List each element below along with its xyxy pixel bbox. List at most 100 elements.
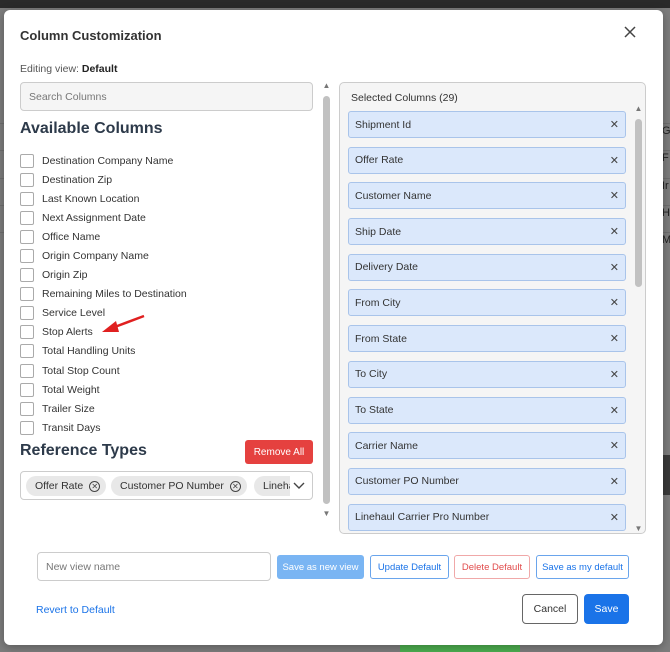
available-scrollbar[interactable]: ▲ ▼ xyxy=(322,82,331,518)
available-column-item-stop-alerts[interactable]: Stop Alerts xyxy=(20,323,310,342)
remove-icon[interactable]: ✕ xyxy=(610,475,619,488)
available-column-item[interactable]: Trailer Size xyxy=(20,399,310,418)
save-as-new-view-button[interactable]: Save as new view xyxy=(277,555,364,579)
selected-column-item[interactable]: Customer PO Number ✕ xyxy=(348,467,626,495)
checkbox[interactable] xyxy=(20,363,34,378)
bg-cell-text: F xyxy=(662,152,669,164)
remove-icon[interactable]: ✕ xyxy=(610,332,619,345)
update-default-button[interactable]: Update Default xyxy=(370,555,449,579)
column-label: Offer Rate xyxy=(355,154,404,167)
available-column-item[interactable]: Service Level xyxy=(20,304,310,323)
remove-icon[interactable]: ✕ xyxy=(610,439,619,452)
column-label: Destination Company Name xyxy=(42,154,174,167)
remove-icon[interactable]: ✕ xyxy=(610,225,619,238)
scroll-up-icon[interactable]: ▲ xyxy=(634,105,643,113)
selected-column-item[interactable]: From City ✕ xyxy=(348,289,626,317)
selected-column-item[interactable]: Linehaul Carrier Pro Number ✕ xyxy=(348,503,626,531)
available-column-item[interactable]: Destination Company Name xyxy=(20,151,310,170)
checkbox[interactable] xyxy=(20,153,34,168)
available-column-item[interactable]: Remaining Miles to Destination xyxy=(20,285,310,304)
remove-all-button[interactable]: Remove All xyxy=(245,440,313,464)
reference-chip: Linehaul Carrier Pro Number xyxy=(254,476,290,496)
remove-icon[interactable]: ✕ xyxy=(610,154,619,167)
remove-icon[interactable]: ✕ xyxy=(610,368,619,381)
modal-title: Column Customization xyxy=(20,28,162,43)
remove-icon[interactable]: ✕ xyxy=(610,118,619,131)
available-column-item[interactable]: Origin Zip xyxy=(20,266,310,285)
selected-column-item[interactable]: From State ✕ xyxy=(348,325,626,353)
save-as-my-default-button[interactable]: Save as my default xyxy=(536,555,629,579)
scroll-thumb[interactable] xyxy=(323,96,330,504)
column-label: Transit Days xyxy=(42,421,101,434)
selected-column-item[interactable]: Offer Rate ✕ xyxy=(348,146,626,174)
checkbox[interactable] xyxy=(20,325,34,340)
available-column-item[interactable]: Total Handling Units xyxy=(20,342,310,361)
selected-column-item[interactable]: To City ✕ xyxy=(348,360,626,388)
chevron-down-icon[interactable] xyxy=(292,478,308,494)
checkbox[interactable] xyxy=(20,420,34,435)
reference-chip-overflow: Linehaul Carrier Pro Number xyxy=(254,472,290,499)
column-customization-modal: Column Customization Editing view: Defau… xyxy=(4,10,663,645)
annotation-arrow-icon xyxy=(100,313,146,338)
available-column-item[interactable]: Origin Company Name xyxy=(20,246,310,265)
remove-icon[interactable]: ✕ xyxy=(610,261,619,274)
selected-column-item[interactable]: Customer Name ✕ xyxy=(348,182,626,210)
search-columns-input[interactable] xyxy=(20,82,313,111)
column-label: Ship Date xyxy=(355,225,402,238)
revert-to-default-link[interactable]: Revert to Default xyxy=(36,604,115,616)
chip-label: Offer Rate xyxy=(35,480,84,492)
available-column-item[interactable]: Next Assignment Date xyxy=(20,208,310,227)
checkbox[interactable] xyxy=(20,344,34,359)
column-label: Total Weight xyxy=(42,383,100,396)
available-column-item[interactable]: Total Stop Count xyxy=(20,361,310,380)
column-label: Shipment Id xyxy=(355,118,412,131)
available-column-item[interactable]: Office Name xyxy=(20,227,310,246)
scroll-up-icon[interactable]: ▲ xyxy=(322,82,331,90)
checkbox[interactable] xyxy=(20,191,34,206)
editing-view-name: Default xyxy=(81,63,118,75)
bg-cell-text: M xyxy=(662,234,670,246)
column-label: To State xyxy=(355,404,394,416)
bg-cell-text: H xyxy=(662,207,670,219)
available-column-item[interactable]: Destination Zip xyxy=(20,170,310,189)
remove-icon[interactable]: ✕ xyxy=(610,404,619,417)
available-column-item[interactable]: Last Known Location xyxy=(20,189,310,208)
delete-default-button[interactable]: Delete Default xyxy=(454,555,530,579)
checkbox[interactable] xyxy=(20,382,34,397)
checkbox[interactable] xyxy=(20,172,34,187)
remove-icon[interactable]: ✕ xyxy=(610,296,619,309)
checkbox[interactable] xyxy=(20,268,34,283)
available-column-item[interactable]: Total Weight xyxy=(20,380,310,399)
selected-column-item[interactable]: Ship Date ✕ xyxy=(348,218,626,246)
save-button[interactable]: Save xyxy=(584,594,629,624)
app-header xyxy=(0,0,670,8)
chip-remove-icon[interactable]: ✕ xyxy=(229,480,241,492)
remove-icon[interactable]: ✕ xyxy=(610,511,619,524)
chip-remove-icon[interactable]: ✕ xyxy=(89,480,101,492)
selected-column-item[interactable]: To State ✕ xyxy=(348,396,626,424)
checkbox[interactable] xyxy=(20,401,34,416)
checkbox[interactable] xyxy=(20,229,34,244)
scroll-thumb[interactable] xyxy=(635,119,642,287)
reference-chip: Offer Rate ✕ xyxy=(26,476,107,496)
checkbox[interactable] xyxy=(20,306,34,321)
column-label: Trailer Size xyxy=(42,402,95,415)
reference-types-select[interactable]: Offer Rate ✕ Customer PO Number ✕ Lineha… xyxy=(20,471,313,500)
new-view-name-input[interactable] xyxy=(37,552,271,581)
scroll-down-icon[interactable]: ▼ xyxy=(634,525,643,533)
scroll-down-icon[interactable]: ▼ xyxy=(322,510,331,518)
available-column-item[interactable]: Transit Days xyxy=(20,418,310,437)
checkbox[interactable] xyxy=(20,210,34,225)
checkbox[interactable] xyxy=(20,287,34,302)
selected-column-item[interactable]: Shipment Id ✕ xyxy=(348,111,626,138)
selected-column-item[interactable]: Carrier Name ✕ xyxy=(348,432,626,460)
close-icon[interactable] xyxy=(624,26,636,42)
remove-icon[interactable]: ✕ xyxy=(610,189,619,202)
cancel-button[interactable]: Cancel xyxy=(522,594,578,624)
chip-label: Linehaul Carrier Pro Number xyxy=(263,480,290,492)
column-label: Stop Alerts xyxy=(42,326,93,339)
selected-scrollbar[interactable]: ▲ ▼ xyxy=(634,105,643,533)
column-label: Customer Name xyxy=(355,189,432,202)
selected-column-item[interactable]: Delivery Date ✕ xyxy=(348,253,626,281)
checkbox[interactable] xyxy=(20,249,34,264)
